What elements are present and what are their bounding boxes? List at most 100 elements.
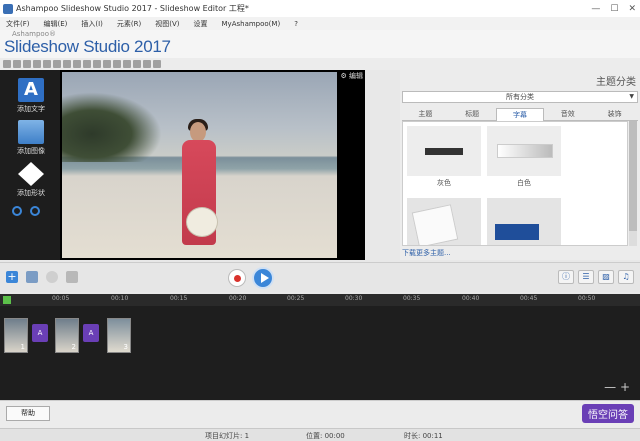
ruler-tick: 00:50 (578, 295, 596, 302)
window-controls: — ☐ ✕ (591, 0, 636, 17)
slide-photo (62, 72, 337, 258)
slide-number: 2 (71, 343, 76, 351)
rotate-right-icon[interactable] (153, 60, 161, 68)
tab-captions[interactable]: 字幕 (495, 108, 545, 121)
caption-bar (425, 148, 463, 155)
preview-edit-button[interactable]: ⚙ 编辑 (340, 71, 363, 81)
caption-bar (495, 224, 539, 240)
tab-decor[interactable]: 装饰 (591, 108, 638, 121)
add-icon[interactable]: + (6, 271, 18, 283)
text-icon: A (18, 78, 44, 102)
redo-icon[interactable] (30, 206, 40, 216)
menu-insert[interactable]: 插入(I) (81, 19, 103, 29)
maximize-icon[interactable]: ☐ (610, 4, 618, 14)
disabled-icon[interactable] (46, 271, 58, 283)
play-button[interactable] (252, 267, 274, 289)
help-button[interactable]: 帮助 (6, 406, 50, 421)
window-title: Ashampoo Slideshow Studio 2017 - Slidesh… (16, 4, 249, 13)
list-icon[interactable]: ☰ (578, 270, 594, 284)
copy-icon[interactable] (13, 60, 21, 68)
brand-header: Ashampoo® Slideshow Studio 2017 (0, 30, 640, 58)
theme-thumb-label: 白色 (517, 179, 531, 187)
timeline-slide[interactable]: 3 (107, 318, 131, 353)
menu-view[interactable]: 视图(V) (155, 19, 179, 29)
menu-edit[interactable]: 编辑(E) (44, 19, 68, 29)
transition-icon[interactable]: A (83, 324, 99, 342)
undo-redo (12, 206, 40, 216)
layer-icon[interactable] (133, 60, 141, 68)
menu-bar: 文件(F) 编辑(E) 插入(I) 元素(R) 视图(V) 设置 MyAsham… (0, 17, 640, 30)
image-icon[interactable] (93, 60, 101, 68)
menu-settings[interactable]: 设置 (194, 19, 208, 29)
slide-preview[interactable]: ⚙ 编辑 (60, 70, 365, 260)
category-select[interactable]: 所有分类 ▼ (402, 91, 638, 103)
theme-grid: 灰色 白色 (402, 121, 628, 246)
preview-edit-label: 编辑 (349, 72, 363, 80)
info-icon[interactable]: ⓘ (558, 270, 574, 284)
menu-element[interactable]: 元素(R) (117, 19, 141, 29)
undo-icon[interactable] (12, 206, 22, 216)
tab-sound[interactable]: 音效 (544, 108, 592, 121)
trash-icon[interactable] (66, 271, 78, 283)
ruler-tick: 00:20 (229, 295, 247, 302)
title-bar: Ashampoo Slideshow Studio 2017 - Slidesh… (0, 0, 640, 17)
add-media-icon[interactable] (26, 271, 38, 283)
close-icon[interactable]: ✕ (628, 4, 636, 14)
menu-myashampoo[interactable]: MyAshampoo(M) (222, 20, 281, 28)
menu-file[interactable]: 文件(F) (6, 19, 30, 29)
scroll-thumb[interactable] (629, 121, 637, 231)
watermark: 悟空问答 (582, 404, 634, 423)
theme-thumb-paper[interactable] (407, 198, 481, 245)
zoom-out-icon[interactable] (63, 60, 71, 68)
photo-trees (62, 92, 162, 162)
add-text-button[interactable]: A 添加文字 (10, 78, 52, 114)
menu-help[interactable]: ? (294, 20, 298, 28)
fit-icon[interactable] (73, 60, 81, 68)
delete-icon[interactable] (33, 60, 41, 68)
brand-product: Slideshow Studio 2017 (4, 37, 171, 56)
tab-titles[interactable]: 标题 (448, 108, 496, 121)
add-shape-button[interactable]: 添加形状 (10, 162, 52, 198)
image-icon (18, 120, 44, 144)
category-select-value: 所有分类 (506, 93, 534, 101)
download-more-link[interactable]: 下载更多主题... (402, 248, 451, 258)
theme-panel: 主题分类 所有分类 ▼ 主题 标题 字幕 音效 装饰 灰色 白色 下载更多主题.… (400, 58, 640, 260)
crop-icon[interactable] (43, 60, 51, 68)
photo-head (190, 122, 206, 142)
start-flag-icon (3, 296, 11, 304)
timeline-tools: + (6, 271, 78, 283)
theme-tabs: 主题 标题 字幕 音效 装饰 (402, 108, 638, 121)
timeline-zoom[interactable]: — + (604, 380, 630, 394)
theme-thumb-gray[interactable] (407, 126, 481, 176)
cut-icon[interactable] (3, 60, 11, 68)
grid-icon[interactable] (83, 60, 91, 68)
edit-toolbar (0, 58, 400, 70)
record-button[interactable] (228, 269, 246, 287)
add-image-button[interactable]: 添加图像 (10, 120, 52, 156)
playback-bar: + ⓘ ☰ ▨ ♫ (0, 262, 640, 292)
timeline-slide[interactable]: 2 (55, 318, 79, 353)
rotate-left-icon[interactable] (143, 60, 151, 68)
align-icon[interactable] (123, 60, 131, 68)
transition-icon[interactable]: A (32, 324, 48, 342)
tab-themes[interactable]: 主题 (402, 108, 449, 121)
timeline-track[interactable]: 1 A 2 A 3 — + (0, 306, 640, 400)
status-project-slides: 项目幻灯片: 1 (205, 432, 250, 440)
slide-number: 1 (20, 343, 25, 351)
paste-icon[interactable] (23, 60, 31, 68)
theme-panel-title: 主题分类 (596, 77, 636, 88)
status-position: 位置: 00:00 (306, 432, 345, 440)
rotate-icon[interactable] (113, 60, 121, 68)
theme-scrollbar[interactable] (629, 121, 637, 246)
theme-thumb-white[interactable] (487, 126, 561, 176)
add-elements-panel: A 添加文字 添加图像 添加形状 (0, 70, 60, 260)
timeline-slide[interactable]: 1 (4, 318, 28, 353)
ruler-tick: 00:30 (345, 295, 363, 302)
music-icon[interactable]: ♫ (618, 270, 634, 284)
flip-icon[interactable] (103, 60, 111, 68)
image-track-icon[interactable]: ▨ (598, 270, 614, 284)
ruler-tick: 00:45 (520, 295, 538, 302)
zoom-in-icon[interactable] (53, 60, 61, 68)
theme-thumb-blue[interactable] (487, 198, 561, 245)
minimize-icon[interactable]: — (591, 4, 600, 14)
